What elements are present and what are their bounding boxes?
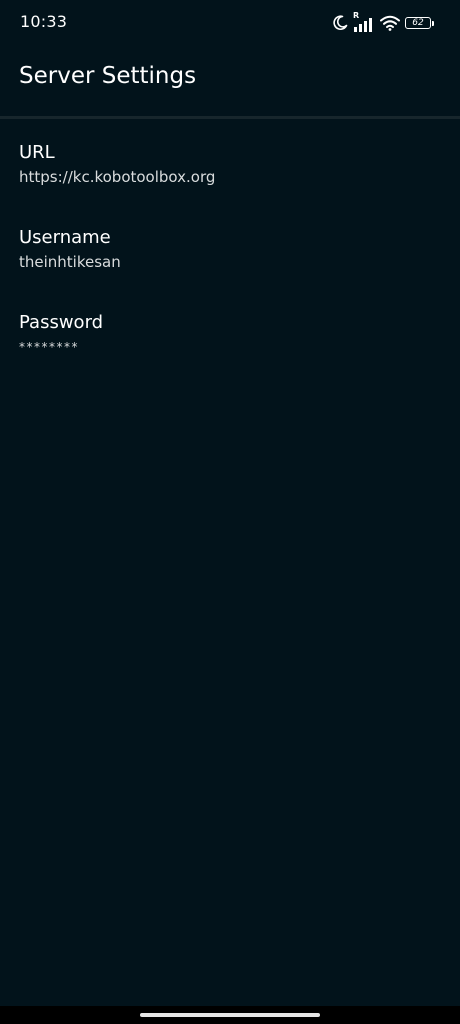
battery-level: 62 — [405, 17, 431, 29]
moon-icon — [332, 15, 348, 31]
status-time: 10:33 — [20, 12, 68, 31]
signal-icon: R — [353, 11, 375, 32]
status-bar: 10:33 R 62 — [0, 0, 460, 46]
pref-summary-password: ******** — [19, 340, 79, 354]
pref-item-username[interactable]: Username theinhtikesan — [0, 227, 460, 307]
roaming-badge: R — [353, 10, 360, 20]
pref-title-password: Password — [19, 312, 104, 333]
pref-item-password[interactable]: Password ******** — [0, 312, 460, 392]
app-bar: Server Settings — [0, 46, 460, 116]
pref-item-url[interactable]: URL https://kc.kobotoolbox.org — [0, 142, 460, 222]
wifi-icon — [380, 15, 400, 31]
pref-title-url: URL — [19, 142, 55, 163]
navigation-bar — [0, 1006, 460, 1024]
home-indicator[interactable] — [140, 1013, 320, 1017]
page-title: Server Settings — [19, 63, 197, 89]
divider — [0, 116, 460, 119]
battery-tip — [432, 20, 434, 26]
status-icons: R 62 — [332, 11, 434, 33]
pref-summary-username: theinhtikesan — [19, 253, 121, 271]
pref-title-username: Username — [19, 227, 111, 248]
pref-summary-url: https://kc.kobotoolbox.org — [19, 168, 216, 186]
battery-icon: 62 — [405, 16, 434, 30]
